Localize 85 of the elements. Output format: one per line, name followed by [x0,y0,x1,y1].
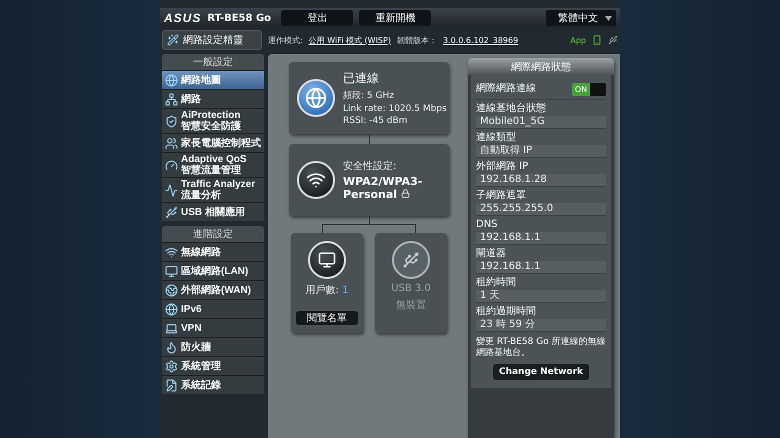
users-icon [165,136,178,150]
field-value: 192.168.1.1 [476,232,606,245]
globe-icon [165,284,178,296]
security-value: WPA2/WPA3-Personal [343,175,424,201]
field-label: DNS [476,219,499,231]
menu-section-title: 一般設定 [162,54,264,70]
wand-icon [167,34,179,46]
menu-item[interactable]: USB 相關應用 [162,202,264,221]
header-button[interactable]: 登出 [281,10,354,26]
menu-item[interactable]: 區域網路(LAN) [162,261,264,280]
clients-count: 用戶數: 1 [306,284,348,297]
connector-line [368,134,370,144]
field-label: 閘道器 [476,248,507,260]
menu-item[interactable]: 外部網路(WAN) [162,280,264,299]
view-list-button[interactable]: 閱覽名單 [296,311,358,325]
app-link[interactable]: App [570,36,586,44]
menu-item[interactable]: 網路地圖 [162,70,264,89]
language-dropdown[interactable]: 繁體中文 [546,10,616,26]
field-label: 子網路遮罩 [476,190,527,202]
usb-icon [165,206,178,218]
field-value: 自動取得 IP [476,145,606,158]
security-label: 安全性設定: [343,160,398,173]
activity-icon [165,184,178,196]
connection-detail: 頻段: 5 GHz [343,90,395,102]
internet-card[interactable]: 已連線 頻段: 5 GHz Link rate: 1020.5 Mbps RSSI: -45 dBm [289,62,449,134]
laptop-icon [165,322,178,334]
clients-card[interactable]: 用戶數: 1 閱覽名單 [291,233,363,333]
connection-status: 已連線 [343,70,380,87]
network-icon [165,92,178,106]
monitor-icon [308,241,346,279]
field-label: 連線基地台狀態 [476,103,547,115]
model-name: RT-BE58 Go [207,12,272,24]
router-card[interactable]: 安全性設定: WPA2/WPA3-Personal [289,144,449,216]
router-icon [297,161,335,199]
monitor-icon [165,264,178,278]
usb-status: 無裝置 [396,298,426,312]
field-label: 連線類型 [476,132,517,144]
log-icon [165,378,178,392]
usb-icon[interactable] [608,35,618,45]
field-value: 192.168.1.1 [476,261,606,274]
field-label: 外部網路 IP [476,161,530,173]
settings-icon [165,360,178,372]
phone-icon[interactable] [592,35,602,45]
caret-icon [605,16,612,20]
globe-icon [297,79,335,117]
shield-icon [165,114,178,128]
setup-wizard-button[interactable]: 網路設定精靈 [162,30,262,50]
gauge-icon [165,158,178,172]
lock-icon [400,189,410,198]
menu-item[interactable]: Traffic Analyzer 流量分析 [162,177,264,202]
globe-icon [165,302,178,316]
menu-item[interactable]: 防火牆 [162,337,264,356]
firmware-link[interactable]: 3.0.0.6.102_38969 [442,36,518,44]
connection-detail: RSSI: -45 dBm [343,116,408,126]
field-value: 1 天 [476,290,606,303]
menu-item[interactable]: IPv6 [162,299,264,318]
usb-label: USB 3.0 [391,283,431,294]
asus-logo: ASUS [164,11,202,25]
field-label: 網際網路連線 [476,83,536,95]
firmware-label: 韌體版本： [396,34,437,46]
menu-item[interactable]: 無線網路 [162,242,264,261]
menu-item[interactable]: 系統管理 [162,356,264,375]
menu-item[interactable]: VPN [162,318,264,337]
field-value: 23 時 59 分 [476,319,606,332]
menu-item[interactable]: 系統記錄 [162,375,264,394]
mode-label: 運作模式: [268,34,303,46]
panel-title: 網際網路狀態 [468,58,614,75]
menu-item[interactable]: 網路 [162,89,264,108]
globe-icon [165,74,178,86]
field-value: 192.168.1.28 [476,174,606,187]
field-value: Mobile01_5G [476,116,606,129]
header-button[interactable]: 重新開機 [359,10,432,26]
menu-item[interactable]: Adaptive QoS 智慧流量管理 [162,152,264,177]
flame-icon [165,340,178,354]
wifi-icon [165,246,178,258]
connection-detail: Link rate: 1020.5 Mbps [343,104,447,114]
menu-item[interactable]: 家長電腦控制程式 [162,133,264,152]
menu-section-title: 進階設定 [162,226,264,242]
field-label: 租約時間 [476,277,517,289]
mode-link[interactable]: 公用 WiFi 模式 (WISP) [308,34,391,46]
field-value: 255.255.255.0 [476,203,606,216]
menu-item[interactable]: AiProtection 智慧安全防護 [162,108,264,133]
field-label: 租約過期時間 [476,306,537,318]
change-network-button[interactable]: Change Network [492,364,590,380]
change-network-note: 變更 RT-BE58 Go 所連線的無線網路基地台。 [476,337,606,359]
